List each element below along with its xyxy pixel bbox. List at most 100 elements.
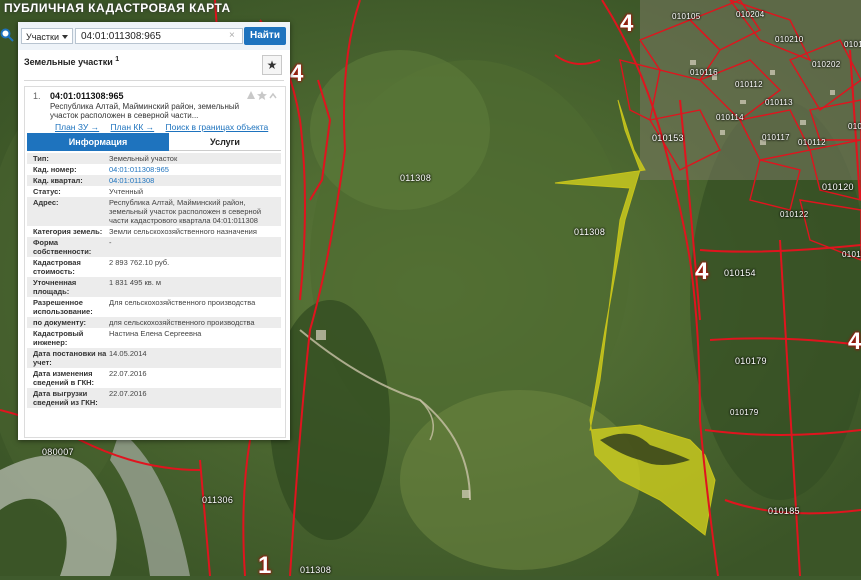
attribute-row: Статус: Учтенный	[27, 186, 281, 197]
section-title: Земельные участки 1	[24, 56, 119, 67]
search-input[interactable]: 04:01:011308:965	[75, 28, 243, 44]
attribute-value: 2 893 762.10 руб.	[109, 258, 170, 267]
region-number: 4	[620, 10, 634, 37]
attribute-value: 14.05.2014	[109, 349, 147, 358]
find-button[interactable]: Найти	[244, 27, 286, 45]
search-icon[interactable]	[0, 28, 14, 42]
cad-quarter-label: 010153	[652, 133, 684, 143]
map-title: ПУБЛИЧНАЯ КАДАСТРОВАЯ КАРТА	[4, 1, 231, 15]
attribute-row: Разрешенное использование: Для сельскохоз…	[27, 297, 281, 317]
attributes-table: Тип: Земельный участок Кад. номер: 04:01:01…	[27, 153, 281, 408]
cad-quarter-label: 080007	[42, 447, 74, 457]
cad-quarter-label: 010114	[844, 40, 861, 49]
attribute-value[interactable]: 04:01:011308:965	[109, 164, 281, 175]
attribute-key: Кадастровый инженер:	[33, 329, 84, 347]
attribute-key: Дата выгрузки сведений из ГКН:	[33, 389, 98, 407]
cad-quarter-label: 010122	[780, 210, 809, 219]
cad-quarter-label: 010210	[775, 35, 804, 44]
attribute-key: Уточненная площадь:	[33, 278, 77, 296]
address-line: Республика Алтай, Майминский район, земе…	[50, 102, 240, 111]
attribute-row: Кадастровый инженер: Настина Елена Сергее…	[27, 328, 281, 348]
result-number: 1.	[33, 91, 41, 101]
cad-quarter-label: 010114	[716, 113, 744, 122]
cad-quarter-label: 011306	[202, 495, 234, 505]
card-tabs: Информация Услуги	[27, 133, 281, 151]
attribute-value[interactable]: 04:01:011308	[109, 175, 281, 186]
tab-information[interactable]: Информация	[27, 133, 169, 151]
cad-quarter-label: 010185	[768, 506, 800, 516]
cad-quarter-label: 010113	[765, 98, 793, 107]
attribute-key: Кадастровая стоимость:	[33, 258, 81, 276]
attribute-value: Настина Елена Сергеевна	[109, 329, 202, 338]
cad-quarter-label: 010112	[735, 80, 763, 89]
attribute-row: Тип: Земельный участок	[27, 153, 281, 164]
attribute-row: Дата выгрузки сведений из ГКН: 22.07.2016	[27, 388, 281, 408]
search-bar: Участки 04:01:011308:965 × Найти	[18, 22, 290, 50]
attribute-value: Земельный участок	[109, 154, 178, 163]
attribute-key: Адрес:	[33, 198, 59, 207]
cad-quarter-label: 011308	[300, 565, 332, 575]
attribute-row: Адрес: Республика Алтай, Майминский район…	[27, 197, 281, 226]
section-title-label: Земельные участки	[24, 57, 113, 67]
region-number: 4	[695, 258, 709, 285]
attribute-row: Дата постановки на учет: 14.05.2014	[27, 348, 281, 368]
divider	[24, 80, 284, 81]
attribute-key: Дата постановки на учет:	[33, 349, 107, 367]
cad-quarter-label: 010119	[848, 122, 861, 131]
attribute-key: Форма собственности:	[33, 238, 92, 256]
attribute-row: Форма собственности: -	[27, 237, 281, 257]
attribute-value: -	[109, 238, 112, 247]
cad-quarter-label: 011308	[574, 227, 606, 237]
plan-kk-link[interactable]: План КК →	[111, 122, 155, 132]
attribute-row: Категория земель: Земли сельскохозяйствен…	[27, 226, 281, 237]
tab-services[interactable]: Услуги	[169, 133, 281, 151]
attribute-row: Кадастровая стоимость: 2 893 762.10 руб.	[27, 257, 281, 277]
cad-quarter-label: 010117	[762, 133, 790, 142]
attribute-key: Тип:	[33, 154, 49, 163]
attribute-value: Учтенный	[109, 187, 144, 196]
search-type-label: Участки	[26, 32, 59, 42]
cad-quarter-label: 010202	[812, 60, 841, 69]
attribute-row: Кад. номер: 04:01:011308:965	[27, 164, 281, 175]
cad-quarter-label: 010116	[690, 68, 718, 77]
attribute-key: Кад. номер:	[33, 165, 77, 174]
address-line: участок расположен в северной части...	[50, 111, 199, 120]
favorite-star-icon[interactable]: ★	[262, 55, 282, 75]
attribute-value: Республика Алтай, Майминский район, земе…	[109, 198, 262, 225]
attribute-key: Категория земель:	[33, 227, 103, 236]
attribute-row: Кад. квартал: 04:01:011308	[27, 175, 281, 186]
cad-quarter-label: 010112	[798, 138, 826, 147]
region-number: 4	[848, 328, 861, 355]
result-card[interactable]: 1. 04:01:011308:965 Республика Алтай, Ма…	[24, 86, 286, 438]
attribute-value: 22.07.2016	[109, 389, 147, 398]
attribute-value: для сельскохозяйственного производства	[109, 318, 255, 327]
cad-quarter-label: 010154	[724, 268, 756, 278]
attribute-key: Кад. квартал:	[33, 176, 83, 185]
cad-quarter-label: 010111	[842, 250, 861, 259]
attribute-value: 22.07.2016	[109, 369, 147, 378]
result-count: 1	[115, 56, 120, 63]
attribute-key: по документу:	[33, 318, 87, 327]
attribute-row: Уточненная площадь: 1 831 495 кв. м	[27, 277, 281, 297]
cad-quarter-label: 010204	[736, 10, 765, 19]
search-type-select[interactable]: Участки	[21, 28, 73, 44]
card-action-icons[interactable]	[247, 91, 277, 102]
attribute-key: Разрешенное использование:	[33, 298, 93, 316]
cadastral-number[interactable]: 04:01:011308:965	[50, 91, 124, 101]
cad-quarter-label: 010179	[735, 356, 767, 366]
attribute-row: по документу: для сельскохозяйственного п…	[27, 317, 281, 328]
cad-quarter-label: 010179	[730, 408, 759, 417]
chevron-down-icon	[62, 35, 68, 39]
cad-quarter-label: 010120	[822, 182, 854, 192]
attribute-key: Дата изменения сведений в ГКН:	[33, 369, 95, 387]
clear-icon[interactable]: ×	[229, 28, 235, 44]
region-number: 4	[290, 60, 304, 87]
attribute-value: Для сельскохозяйственного производства	[109, 298, 256, 307]
attribute-row: Дата изменения сведений в ГКН: 22.07.2016	[27, 368, 281, 388]
attribute-value: Земли сельскохозяйственного назначения	[109, 227, 257, 236]
info-panel: Участки 04:01:011308:965 × Найти Земельн…	[18, 22, 290, 440]
cad-quarter-label: 010105	[672, 12, 701, 21]
cad-quarter-label: 011308	[400, 173, 432, 183]
plan-zu-link[interactable]: План ЗУ →	[55, 122, 99, 132]
warning-star-collapse-icons[interactable]	[247, 91, 277, 100]
